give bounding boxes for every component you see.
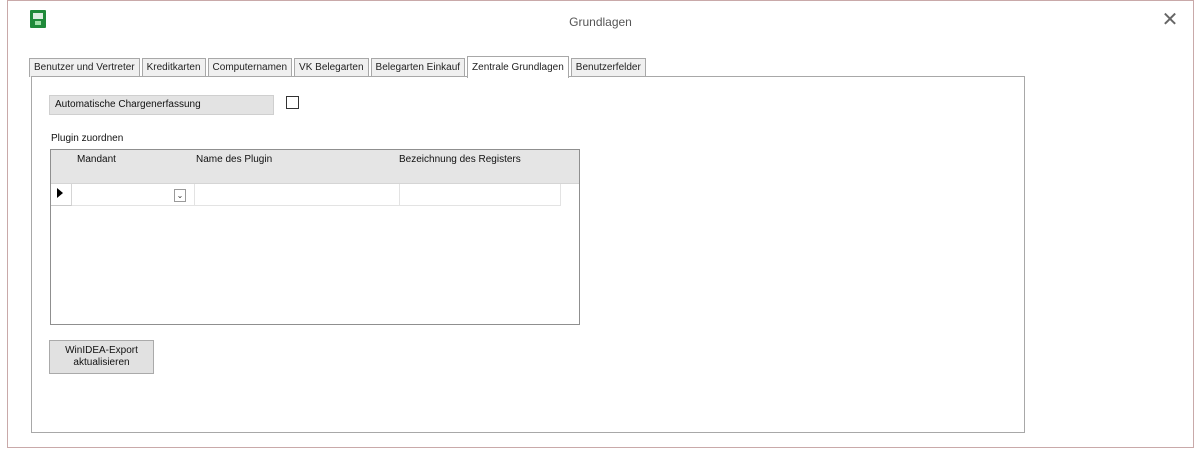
row-selector[interactable] — [51, 184, 72, 206]
close-button[interactable]: ✕ — [1157, 7, 1183, 33]
cell-register-name[interactable] — [400, 184, 561, 206]
auto-batch-checkbox[interactable] — [286, 96, 299, 109]
winidea-export-update-button[interactable]: WinIDEA-Export aktualisieren — [49, 340, 154, 374]
current-row-arrow-icon — [57, 188, 63, 198]
column-header-mandant[interactable]: Mandant — [77, 154, 116, 165]
window-title: Grundlagen — [569, 15, 632, 29]
tab-computernamen[interactable]: Computernamen — [207, 58, 293, 77]
title-bar: Grundlagen ✕ — [8, 1, 1193, 43]
tab-belegarten-einkauf[interactable]: Belegarten Einkauf — [370, 58, 466, 77]
tab-vk-belegarten[interactable]: VK Belegarten — [294, 58, 369, 77]
mandant-dropdown-icon[interactable]: ⌄ — [174, 189, 186, 202]
tab-zentrale-grundlagen[interactable]: Zentrale Grundlagen — [467, 56, 569, 78]
cell-plugin-name[interactable] — [195, 184, 400, 206]
tab-benutzerfelder[interactable]: Benutzerfelder — [570, 58, 646, 77]
tab-panel-zentrale-grundlagen: Automatische Chargenerfassung Plugin zuo… — [31, 76, 1025, 433]
tab-strip: Benutzer und Vertreter Kreditkarten Comp… — [29, 55, 648, 78]
tab-benutzer-und-vertreter[interactable]: Benutzer und Vertreter — [29, 58, 140, 77]
tab-kreditkarten[interactable]: Kreditkarten — [141, 58, 206, 77]
dialog-window: Grundlagen ✕ Benutzer und Vertreter Kred… — [7, 0, 1194, 448]
column-header-register-name[interactable]: Bezeichnung des Registers — [399, 154, 521, 165]
auto-batch-label: Automatische Chargenerfassung — [49, 95, 274, 115]
plugin-grid[interactable]: Mandant Name des Plugin Bezeichnung des … — [50, 149, 580, 325]
grid-header: Mandant Name des Plugin Bezeichnung des … — [51, 150, 579, 184]
column-header-plugin-name[interactable]: Name des Plugin — [196, 154, 272, 165]
plugin-section-label: Plugin zuordnen — [51, 133, 124, 144]
